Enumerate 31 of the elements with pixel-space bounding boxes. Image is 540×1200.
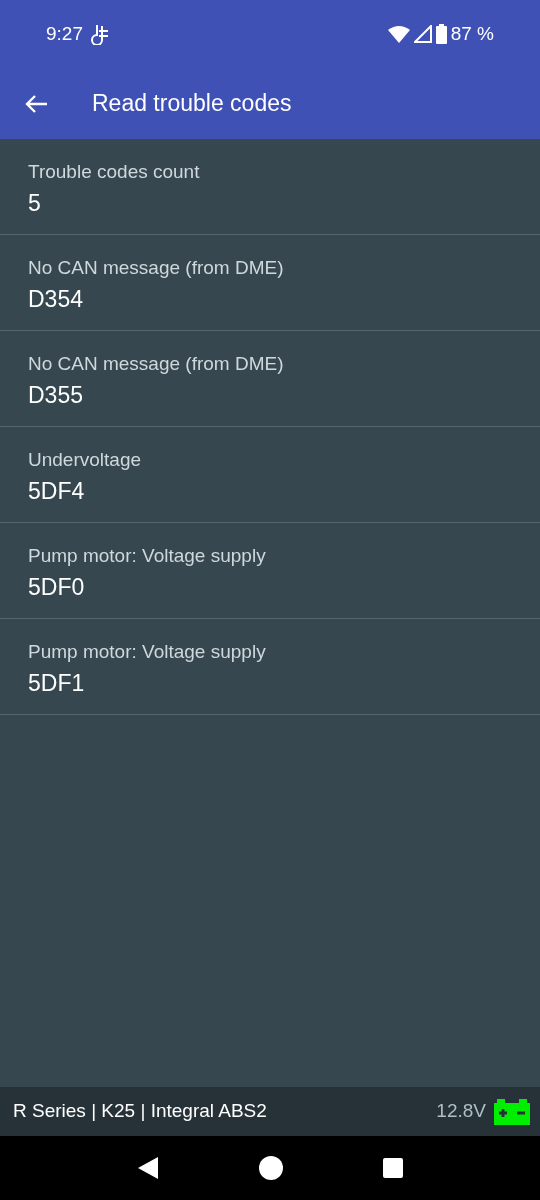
item-value: D354: [28, 285, 84, 314]
vehicle-info: R Series | K25 | Integral ABS2: [13, 1099, 267, 1124]
list-row[interactable]: Undervoltage 5DF4: [0, 427, 540, 523]
item-value: 5DF0: [28, 573, 86, 602]
battery-icon: [435, 24, 447, 44]
battery-percentage: 87 %: [450, 21, 494, 46]
item-value: 5: [28, 189, 42, 218]
item-value: 5DF1: [28, 669, 86, 698]
back-arrow-icon[interactable]: [24, 93, 48, 114]
item-value: D355: [28, 381, 84, 410]
signal-icon: [413, 25, 432, 43]
list-row[interactable]: Trouble codes count 5: [0, 139, 540, 235]
home-nav-icon[interactable]: [259, 1156, 283, 1180]
list-row[interactable]: No CAN message (from DME) D355: [0, 331, 540, 427]
item-label: No CAN message (from DME): [28, 257, 285, 280]
status-time: 9:27: [46, 21, 83, 46]
item-label: Undervoltage: [28, 449, 143, 472]
item-label: Pump motor: Voltage supply: [28, 545, 267, 568]
back-nav-icon[interactable]: [137, 1156, 159, 1180]
wifi-icon: [387, 25, 410, 43]
list-row[interactable]: Pump motor: Voltage supply 5DF1: [0, 619, 540, 715]
item-label: Trouble codes count: [28, 161, 201, 184]
item-label: No CAN message (from DME): [28, 353, 285, 376]
list-row[interactable]: Pump motor: Voltage supply 5DF0: [0, 523, 540, 619]
item-label: Pump motor: Voltage supply: [28, 641, 267, 664]
item-value: 5DF4: [28, 477, 86, 506]
list-row[interactable]: No CAN message (from DME) D354: [0, 235, 540, 331]
battery-icon: [494, 1098, 530, 1125]
voltage-reading: 12.8V: [436, 1099, 486, 1124]
notification-icon: [91, 23, 111, 45]
screen-title: Read trouble codes: [92, 89, 292, 119]
